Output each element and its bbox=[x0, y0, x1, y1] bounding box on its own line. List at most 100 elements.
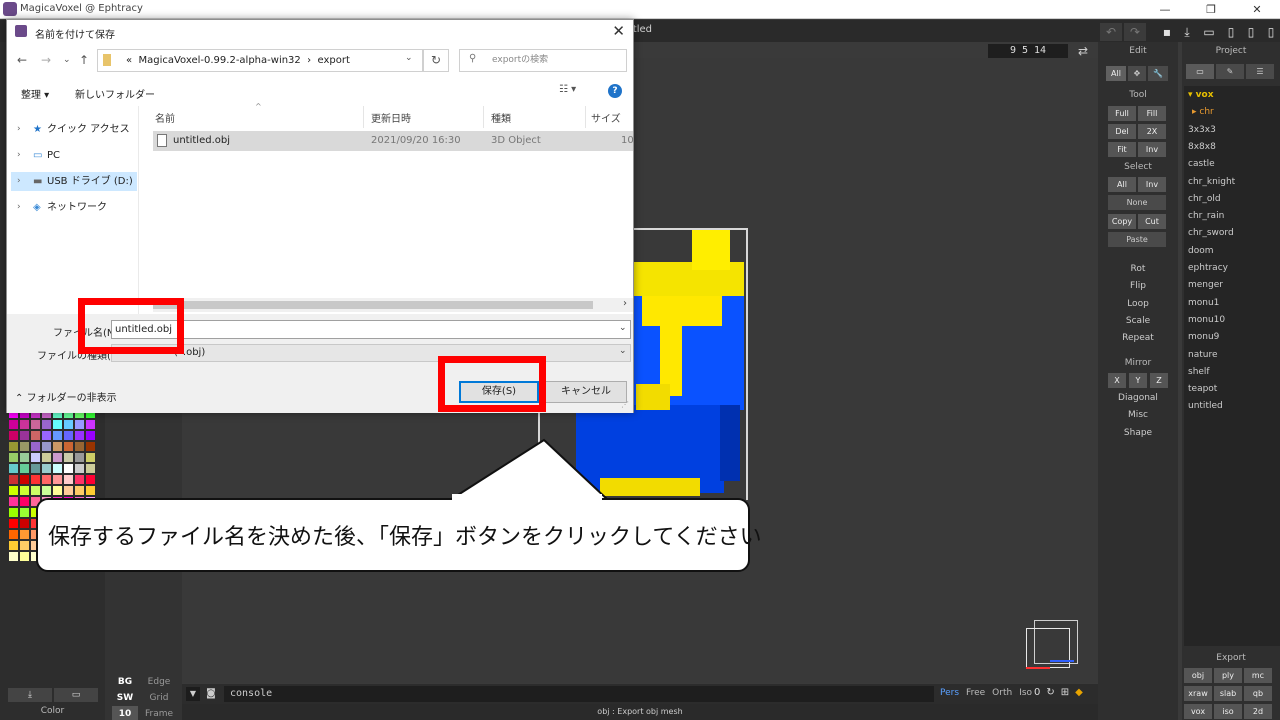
project-item[interactable]: monu10 bbox=[1188, 315, 1225, 325]
console-input[interactable]: console bbox=[224, 686, 934, 702]
palette-swatch[interactable] bbox=[52, 452, 63, 463]
frame-view-icon[interactable]: ⊞ bbox=[1061, 687, 1069, 698]
nav-quick-access[interactable]: › ★ クイック アクセス bbox=[11, 120, 137, 139]
palette-swatch[interactable] bbox=[8, 496, 19, 507]
up-arrow-icon[interactable]: ↑ bbox=[79, 53, 89, 67]
refresh-icon[interactable]: ↻ bbox=[423, 49, 449, 72]
palette-swatch[interactable] bbox=[8, 463, 19, 474]
project-item[interactable]: monu1 bbox=[1188, 298, 1219, 308]
chevron-right-icon[interactable]: › bbox=[17, 120, 21, 139]
palette-swatch[interactable] bbox=[85, 419, 96, 430]
open-folder-icon[interactable]: ▭ bbox=[1198, 23, 1220, 41]
palette-swatch[interactable] bbox=[52, 419, 63, 430]
maximize-icon[interactable]: ❐ bbox=[1188, 0, 1234, 19]
palette-swatch[interactable] bbox=[8, 507, 19, 518]
palette-swatch[interactable] bbox=[74, 463, 85, 474]
chevron-right-icon[interactable]: › bbox=[17, 172, 21, 191]
tool-inv[interactable]: Inv bbox=[1138, 142, 1166, 157]
filetype-dropdown-icon[interactable]: ⌄ bbox=[619, 346, 627, 356]
action-shape[interactable]: Shape bbox=[1100, 428, 1176, 438]
column-name[interactable]: 名前 bbox=[155, 110, 175, 125]
tool-fit[interactable]: Fit bbox=[1108, 142, 1136, 157]
palette-swatch[interactable] bbox=[74, 430, 85, 441]
tool-full[interactable]: Full bbox=[1108, 106, 1136, 121]
palette-swatch[interactable] bbox=[8, 452, 19, 463]
palette-swatch[interactable] bbox=[41, 430, 52, 441]
palette-swatch[interactable] bbox=[63, 474, 74, 485]
project-brush-icon[interactable]: ✎ bbox=[1216, 64, 1244, 79]
palette-swatch[interactable] bbox=[41, 452, 52, 463]
palette-swatch[interactable] bbox=[63, 419, 74, 430]
palette-swatch[interactable] bbox=[63, 430, 74, 441]
palette-swatch[interactable] bbox=[19, 540, 30, 551]
palette-swatch[interactable] bbox=[8, 430, 19, 441]
palette-swatch[interactable] bbox=[85, 463, 96, 474]
filetype-select[interactable]: (*.obj) bbox=[111, 344, 631, 362]
project-item[interactable]: ▾ vox bbox=[1188, 90, 1214, 100]
recent-dropdown-icon[interactable]: ⌄ bbox=[63, 55, 71, 65]
chevron-right-icon[interactable]: › bbox=[17, 198, 21, 217]
palette-swatch[interactable] bbox=[8, 551, 19, 562]
project-item[interactable]: doom bbox=[1188, 246, 1214, 256]
camera-icon[interactable]: ◙ bbox=[204, 687, 218, 701]
palette-swatch[interactable] bbox=[30, 485, 41, 496]
palette-swatch[interactable] bbox=[19, 518, 30, 529]
project-item[interactable]: shelf bbox=[1188, 367, 1210, 377]
palette-swatch[interactable] bbox=[19, 463, 30, 474]
palette-swatch[interactable] bbox=[63, 463, 74, 474]
palette-swatch[interactable] bbox=[19, 419, 30, 430]
action-loop[interactable]: Loop bbox=[1100, 299, 1176, 309]
view-options-icon[interactable]: ☷ ▾ bbox=[559, 84, 576, 95]
address-segment-export[interactable]: export bbox=[318, 55, 350, 66]
dimension-readout[interactable]: 9 5 14 bbox=[988, 44, 1068, 58]
dialog-close-icon[interactable]: ✕ bbox=[612, 22, 625, 40]
export-mc[interactable]: mc bbox=[1244, 668, 1272, 683]
select-copy[interactable]: Copy bbox=[1108, 214, 1136, 229]
project-item[interactable]: 3x3x3 bbox=[1188, 125, 1216, 135]
palette-swatch[interactable] bbox=[41, 485, 52, 496]
nav-network[interactable]: › ◈ ネットワーク bbox=[11, 198, 137, 217]
export-slab[interactable]: slab bbox=[1214, 686, 1242, 701]
palette-swatch[interactable] bbox=[74, 452, 85, 463]
project-item[interactable]: castle bbox=[1188, 159, 1215, 169]
organize-button[interactable]: 整理 ▾ bbox=[21, 86, 49, 101]
project-item[interactable]: monu9 bbox=[1188, 332, 1219, 342]
project-item[interactable]: chr_knight bbox=[1188, 177, 1235, 187]
palette-swatch[interactable] bbox=[30, 441, 41, 452]
project-item[interactable]: teapot bbox=[1188, 384, 1217, 394]
palette-swatch[interactable] bbox=[8, 529, 19, 540]
project-item[interactable]: ▸ chr bbox=[1192, 107, 1214, 117]
project-item[interactable]: menger bbox=[1188, 280, 1223, 290]
palette-swatch[interactable] bbox=[52, 474, 63, 485]
palette-swatch[interactable] bbox=[19, 507, 30, 518]
new-file-icon[interactable]: ▯ bbox=[1220, 23, 1242, 41]
palette-swatch[interactable] bbox=[19, 474, 30, 485]
transform-icon[interactable]: ✥ bbox=[1128, 66, 1146, 81]
wrench-icon[interactable]: 🔧 bbox=[1148, 66, 1168, 81]
mirror-x[interactable]: X bbox=[1108, 373, 1126, 388]
action-misc[interactable]: Misc bbox=[1100, 410, 1176, 420]
action-scale[interactable]: Scale bbox=[1100, 316, 1176, 326]
redo-icon[interactable]: ↷ bbox=[1124, 23, 1146, 41]
palette-swatch[interactable] bbox=[85, 485, 96, 496]
select-cut[interactable]: Cut bbox=[1138, 214, 1166, 229]
palette-swatch[interactable] bbox=[30, 474, 41, 485]
palette-swatch[interactable] bbox=[30, 452, 41, 463]
palette-swatch[interactable] bbox=[52, 485, 63, 496]
palette-swatch[interactable] bbox=[19, 441, 30, 452]
project-item[interactable]: untitled bbox=[1188, 401, 1223, 411]
cancel-button[interactable]: キャンセル bbox=[545, 381, 627, 403]
scroll-right-icon[interactable]: › bbox=[623, 298, 627, 309]
view-mode-orth[interactable]: Orth bbox=[992, 688, 1012, 698]
display-option-value[interactable]: Frame bbox=[138, 706, 180, 720]
palette-swatch[interactable] bbox=[8, 474, 19, 485]
export-obj[interactable]: obj bbox=[1184, 668, 1212, 683]
help-icon[interactable]: ? bbox=[608, 84, 622, 98]
palette-swatch[interactable] bbox=[41, 463, 52, 474]
project-item[interactable]: ephtracy bbox=[1188, 263, 1228, 273]
filename-input[interactable]: untitled.obj bbox=[111, 320, 631, 339]
palette-import-icon[interactable]: ⤓ bbox=[8, 688, 52, 702]
address-bar[interactable]: « MagicaVoxel-0.99.2-alpha-win32 › expor… bbox=[97, 49, 423, 72]
copy-file-icon[interactable]: ▯ bbox=[1240, 23, 1262, 41]
forward-arrow-icon[interactable]: → bbox=[41, 53, 51, 67]
